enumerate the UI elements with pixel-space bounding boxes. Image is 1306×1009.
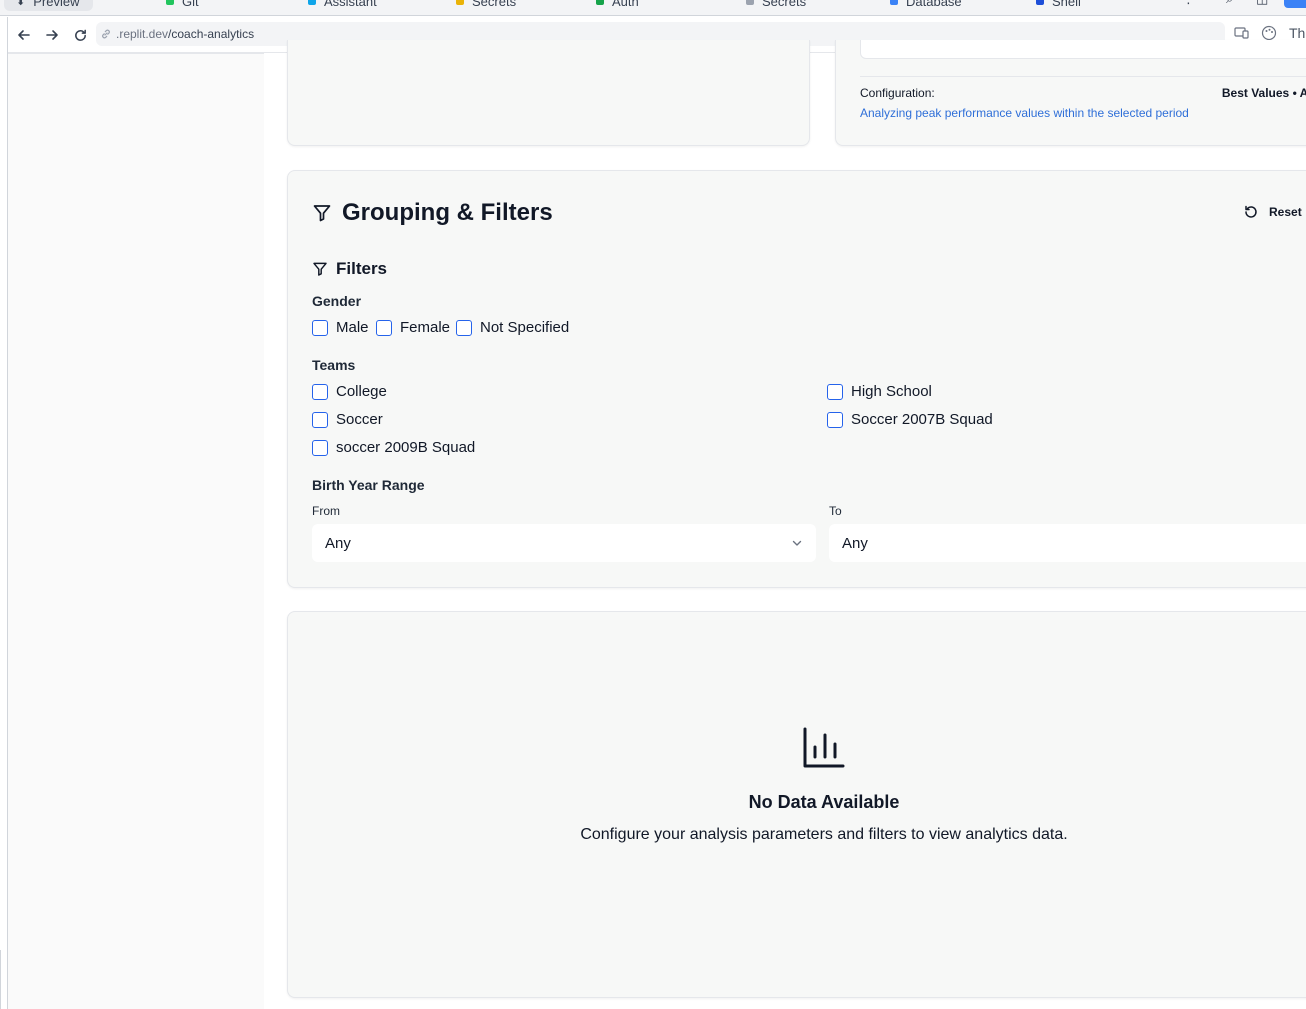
tab-secrets[interactable]: Secrets [456, 0, 516, 11]
grouping-filters-card: Grouping & Filters Reset Filters Gender … [287, 170, 1306, 588]
split-icon[interactable]: ◫ [1256, 0, 1268, 7]
more-icon[interactable]: ⋮ [1182, 0, 1195, 7]
tab-label: Git [182, 0, 199, 9]
tab-secrets-2[interactable]: Secrets [746, 0, 806, 11]
config-field[interactable] [860, 40, 1306, 59]
tab-assistant[interactable]: Assistant [308, 0, 377, 11]
chevron-down-icon [792, 540, 802, 546]
checkbox[interactable] [827, 411, 843, 428]
gender-female-checkbox[interactable]: Female [376, 319, 450, 336]
analysis-settings-card [287, 40, 810, 146]
url-host: .replit.dev [116, 27, 169, 41]
reset-icon [1245, 205, 1257, 218]
address-right-icons: The [1234, 25, 1306, 41]
divider [860, 76, 1306, 77]
sidebar-divider [8, 53, 264, 54]
checkbox-label: Not Specified [480, 319, 570, 336]
checkbox-label: soccer 2009B Squad [336, 439, 476, 456]
configuration-label: Configuration: [860, 86, 935, 100]
git-icon [166, 0, 174, 5]
checkbox-label: Soccer [336, 411, 383, 428]
app-sidebar [8, 53, 264, 1009]
checkbox[interactable] [827, 383, 843, 400]
tab-label: Assistant [324, 0, 377, 9]
gender-label: Gender [312, 293, 362, 309]
tab-auth[interactable]: Auth [596, 0, 639, 11]
configuration-card: Configuration: Best Values • All Analyzi… [835, 40, 1306, 146]
tab-label: Database [906, 0, 962, 9]
url-path: /coach-analytics [168, 27, 255, 41]
tab-shell[interactable]: Shell [1036, 0, 1081, 11]
checkbox[interactable] [312, 439, 328, 456]
lock-icon [456, 0, 464, 5]
team-college-checkbox[interactable]: College [312, 383, 387, 400]
team-high-school-checkbox[interactable]: High School [827, 383, 932, 400]
analytics-results-card: No Data Available Configure your analysi… [287, 611, 1306, 998]
browser-tab-strip: ⬍ Preview Git Assistant Secrets Auth Sec… [0, 0, 1306, 16]
team-soccer-2009b-checkbox[interactable]: soccer 2009B Squad [312, 439, 475, 456]
forward-icon[interactable] [42, 25, 62, 45]
database-icon [890, 0, 898, 5]
checkbox[interactable] [312, 411, 328, 428]
filter-icon [313, 205, 331, 222]
gender-male-checkbox[interactable]: Male [312, 319, 369, 336]
to-label: To [829, 504, 842, 518]
filters-heading: Filters [312, 259, 387, 279]
checkbox[interactable] [312, 383, 328, 400]
from-label: From [312, 504, 340, 518]
configuration-description: Analyzing peak performance values within… [860, 106, 1189, 120]
bar-chart-icon [803, 727, 845, 768]
team-soccer-2007b-checkbox[interactable]: Soccer 2007B Squad [827, 411, 993, 428]
tab-label: Preview [33, 0, 80, 9]
tab-git[interactable]: Git [166, 0, 199, 11]
filters-heading-text: Filters [336, 259, 388, 278]
back-icon[interactable] [14, 25, 34, 45]
checkbox-label: Male [336, 319, 369, 336]
birth-year-to-select[interactable]: Any [829, 524, 1306, 562]
select-value: Any [842, 534, 868, 552]
checkbox-label: Soccer 2007B Squad [851, 411, 993, 428]
deploy-button[interactable] [1284, 0, 1306, 8]
filter-icon [313, 262, 327, 276]
card-title: Grouping & Filters [312, 199, 553, 227]
gender-not-specified-checkbox[interactable]: Not Specified [456, 319, 569, 336]
checkbox[interactable] [312, 319, 328, 336]
reset-label: Reset [1269, 205, 1302, 219]
birth-year-from-select[interactable]: Any [312, 524, 816, 562]
empty-state-description: Configure your analysis parameters and f… [580, 826, 1068, 843]
birth-year-range-label: Birth Year Range [312, 477, 425, 493]
configuration-value: Best Values • All [1221, 86, 1306, 100]
checkbox-label: Female [400, 319, 451, 336]
document-icon [746, 0, 754, 5]
preview-tab-icon: ⬍ [16, 0, 26, 8]
auth-icon [596, 0, 604, 5]
tab-label: Auth [612, 0, 639, 9]
tab-label: Secrets [472, 0, 517, 9]
card-title-text: Grouping & Filters [342, 199, 553, 226]
tab-database[interactable]: Database [890, 0, 962, 11]
assistant-icon [308, 0, 316, 5]
search-icon[interactable]: ⌕ [1226, 0, 1233, 7]
tab-preview[interactable]: ⬍ Preview [4, 0, 94, 11]
reset-button[interactable]: Reset [1243, 204, 1302, 220]
checkbox-label: College [336, 383, 387, 400]
empty-state-title: No Data Available [748, 792, 900, 812]
theme-label[interactable]: The [1289, 25, 1306, 41]
reload-icon[interactable] [70, 25, 90, 45]
window-left-border-bottom [0, 950, 1, 1009]
checkbox-label: High School [851, 383, 932, 400]
teams-label: Teams [312, 357, 356, 373]
devices-icon[interactable] [1234, 26, 1249, 40]
team-soccer-checkbox[interactable]: Soccer [312, 411, 383, 428]
checkbox[interactable] [456, 319, 472, 336]
shell-icon [1036, 0, 1044, 5]
select-value: Any [325, 534, 351, 552]
palette-icon[interactable] [1261, 25, 1277, 41]
tab-label: Secrets [762, 0, 807, 9]
link-icon [102, 29, 110, 39]
checkbox[interactable] [376, 319, 392, 336]
tab-label: Shell [1052, 0, 1081, 9]
